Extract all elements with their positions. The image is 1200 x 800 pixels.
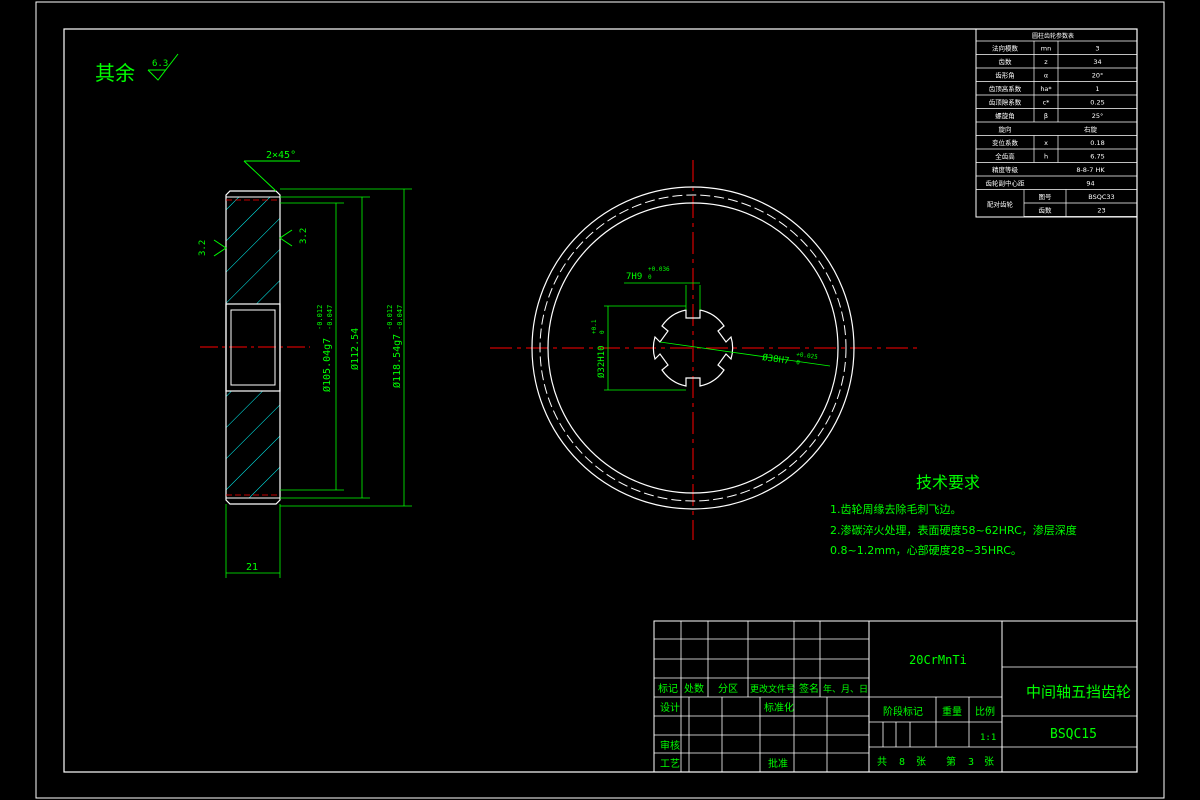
pair-label: 配对齿轮 — [987, 200, 1014, 209]
roughness-value: 6.3 — [152, 59, 168, 69]
drawing-canvas: 其余 6.3 2×45° 3.2 3.2 Ø105.04g7 -0.012 -0 — [35, 1, 1165, 799]
approve-label: 批准 — [768, 757, 788, 770]
param-val-4: 0.25 — [1090, 99, 1104, 107]
param-table: 圆柱齿轮参数表 法向模数 mn 3 齿数 z 34 齿形角 α 20° 齿顶高系数 ha* 1 齿顶隙系… — [975, 28, 1138, 218]
param-sym-2: α — [1044, 72, 1048, 80]
param-val-2: 20° — [1092, 72, 1104, 80]
param-sym-5: β — [1044, 112, 1048, 120]
param-name-7: 变位系数 — [992, 138, 1019, 147]
dim-mid: Ø112.54 — [349, 328, 361, 370]
bore-tol-lower: 0 — [599, 330, 606, 334]
bore-label: Ø32H10 — [596, 345, 607, 378]
param-name-5: 螺旋角 — [995, 111, 1015, 120]
spline-tol-lower: 0 — [796, 359, 801, 366]
param-val-5: 25° — [1092, 112, 1104, 120]
standardize-label: 标准化 — [764, 701, 794, 714]
bore-tol-upper: +0.1 — [591, 319, 598, 334]
slot-tol-upper: +0.036 — [648, 266, 670, 273]
rev-header-sign: 签名 — [799, 682, 819, 695]
sheet-total: 8 — [899, 757, 905, 768]
roughness-right: 3.2 — [299, 228, 309, 244]
dim-outer-tol-upper: -0.012 — [386, 305, 394, 330]
rev-header-doc: 更改文件号 — [750, 683, 795, 695]
param-val-10: 94 — [1086, 180, 1094, 188]
tech-item-2: 2.渗碳淬火处理，表面硬度58~62HRC，渗层深度 — [830, 523, 1077, 537]
param-val-6: 右旋 — [1084, 125, 1098, 134]
tech-item-1: 1.齿轮周缘去除毛刺飞边。 — [830, 502, 962, 516]
param-sym-8: h — [1044, 153, 1048, 161]
sheet-total-prefix: 共 — [877, 756, 887, 768]
review-label: 审核 — [660, 739, 680, 752]
param-name-9: 精度等级 — [992, 165, 1019, 174]
dim-inner-tol-upper: -0.012 — [316, 305, 324, 330]
front-view: 7H9 +0.036 0 Ø32H10 +0.1 0 Ø38H7 +0.025 … — [490, 160, 922, 540]
design-label: 设计 — [660, 701, 680, 714]
param-name-3: 齿顶高系数 — [989, 84, 1022, 93]
param-val-1: 34 — [1093, 58, 1101, 66]
dim-outer: Ø118.54g7 — [391, 334, 403, 388]
slot-tol-lower: 0 — [648, 274, 652, 281]
rev-header-count: 处数 — [684, 682, 704, 695]
outer-border — [35, 1, 1165, 799]
title-block: 20CrMnTi 中间轴五挡齿轮 BSQC15 标记 处数 分区 更改文件号 签… — [653, 620, 1138, 773]
param-name-1: 齿数 — [999, 57, 1013, 66]
param-val-8: 6.75 — [1090, 153, 1104, 161]
width-label: 21 — [246, 562, 258, 573]
scale-value: 1:1 — [980, 733, 996, 743]
material-label: 20CrMnTi — [909, 653, 967, 667]
pair-name-1: 齿数 — [1039, 206, 1053, 215]
param-sym-0: mn — [1041, 45, 1051, 53]
pair-val-0: BSQC33 — [1088, 193, 1114, 201]
param-sym-1: z — [1044, 58, 1048, 66]
dim-inner-tol-lower: -0.047 — [326, 305, 334, 330]
param-val-0: 3 — [1095, 45, 1099, 53]
side-view: 2×45° 3.2 3.2 Ø105.04g7 -0.012 -0.047 Ø1… — [198, 150, 412, 578]
tech-item-3: 0.8~1.2mm，心部硬度28~35HRC。 — [830, 543, 1022, 557]
param-val-3: 1 — [1095, 85, 1099, 93]
chamfer-label: 2×45° — [266, 150, 296, 161]
rev-header-mark: 标记 — [658, 683, 678, 695]
param-name-8: 全齿高 — [995, 152, 1015, 161]
roughness-label: 其余 — [95, 61, 135, 85]
dim-inner: Ø105.04g7 — [321, 338, 333, 392]
param-sym-3: ha* — [1040, 85, 1052, 93]
param-name-10: 齿轮副中心距 — [986, 179, 1026, 188]
tech-requirements: 技术要求 1.齿轮周缘去除毛刺飞边。 2.渗碳淬火处理，表面硬度58~62HRC… — [830, 473, 1077, 557]
param-name-6: 旋向 — [999, 125, 1012, 134]
dim-outer-tol-lower: -0.047 — [396, 305, 404, 330]
param-sym-7: x — [1044, 139, 1048, 147]
param-name-0: 法向模数 — [992, 44, 1019, 53]
param-val-7: 0.18 — [1090, 139, 1104, 147]
sheet-no-prefix: 第 — [946, 755, 956, 768]
spline-label: Ø38H7 — [762, 352, 790, 367]
scale-label: 比例 — [975, 705, 995, 718]
param-table-title: 圆柱齿轮参数表 — [1032, 32, 1074, 40]
rev-header-zone: 分区 — [718, 683, 738, 695]
sheet-unit-1: 张 — [916, 756, 926, 768]
pair-val-1: 23 — [1097, 207, 1105, 215]
sheet-unit-2: 张 — [984, 756, 994, 768]
drawing-number: BSQC15 — [1050, 727, 1097, 742]
tech-title: 技术要求 — [916, 473, 980, 492]
process-label: 工艺 — [660, 758, 680, 770]
sheet-no: 3 — [968, 757, 974, 768]
part-name: 中间轴五挡齿轮 — [1026, 683, 1131, 701]
rev-header-date: 年、月、日 — [823, 683, 868, 695]
param-val-9: 8-8-7 HK — [1076, 166, 1105, 174]
stage-mark-label: 阶段标记 — [883, 705, 923, 718]
param-name-4: 齿顶隙系数 — [989, 98, 1022, 107]
pair-name-0: 图号 — [1039, 193, 1053, 201]
weight-label: 重量 — [942, 705, 962, 718]
slot-label: 7H9 — [626, 272, 642, 282]
param-name-2: 齿形角 — [995, 71, 1015, 80]
param-sym-4: c* — [1043, 99, 1051, 107]
roughness-left: 3.2 — [198, 240, 208, 256]
